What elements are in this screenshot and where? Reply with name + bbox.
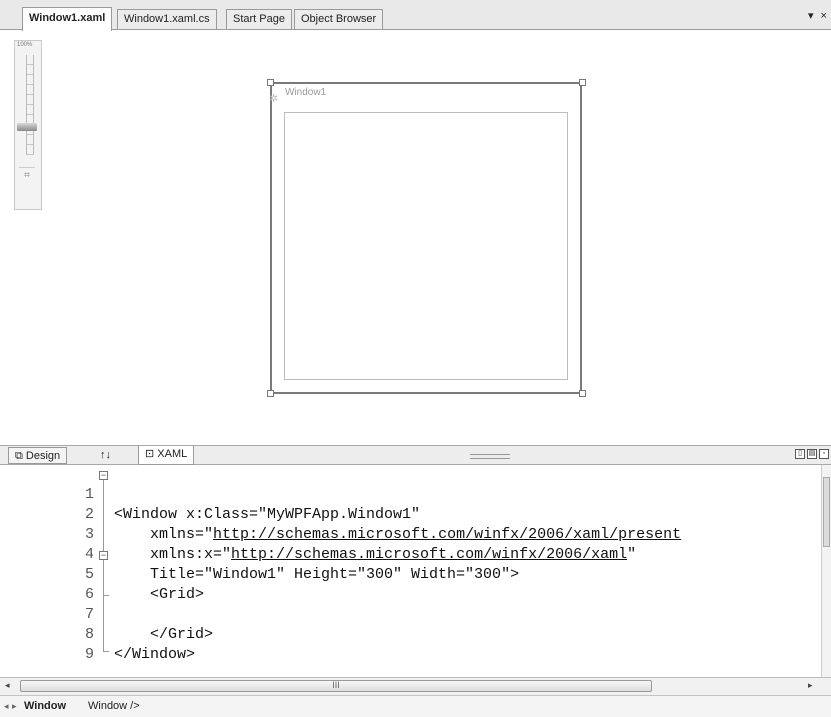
line-number: 5: [84, 566, 94, 583]
zoom-control: 100% ⌗: [14, 40, 42, 210]
line-number: 9: [84, 646, 94, 663]
code-text: </Grid>: [114, 626, 214, 643]
design-view-icon: ⧉: [15, 450, 26, 462]
tab-start-page[interactable]: Start Page: [226, 9, 292, 29]
window-preview-title: Window1: [285, 87, 327, 98]
xaml-doc-icon: ⊡: [145, 448, 158, 460]
zoom-level-label: 100%: [17, 42, 33, 48]
scroll-left-arrow-icon[interactable]: ◂: [5, 680, 10, 691]
resize-handle-bottom-left[interactable]: [267, 390, 274, 397]
design-surface[interactable]: 100% ⌗ ✲ Window1: [0, 30, 831, 445]
horizontal-split-button[interactable]: ▤: [807, 449, 817, 459]
fold-guide: [103, 479, 104, 651]
line-number: 6: [84, 586, 94, 603]
collapse-window-toggle[interactable]: −: [99, 471, 108, 480]
breadcrumb-element[interactable]: Window: [24, 696, 66, 716]
code-line: 7 </Grid>: [0, 585, 213, 643]
breadcrumb-tag[interactable]: Window />: [88, 696, 140, 716]
code-line: 9: [0, 625, 94, 663]
tab-window1-xaml-cs[interactable]: Window1.xaml.cs: [117, 9, 217, 29]
line-number: 3: [84, 526, 94, 543]
namespace-link[interactable]: http://schemas.microsoft.com/winfx/2006/…: [213, 526, 681, 543]
tab-design[interactable]: ⧉ Design: [8, 447, 68, 464]
horizontal-scroll-thumb[interactable]: III: [20, 680, 652, 692]
code-text: </Window>: [114, 646, 196, 663]
code-line: 1 <Window x:Class="MyWPFApp.Window1": [0, 465, 420, 523]
view-split-bar: ⧉ Design ↑↓ ⊡ XAML ▯ ▤ ▫: [0, 445, 831, 465]
line-number: 4: [84, 546, 94, 563]
scroll-right-arrow-icon[interactable]: ▸: [808, 680, 813, 691]
code-line: 2 xmlns="http://schemas.microsoft.com/wi…: [0, 485, 681, 543]
wpf-window-preview[interactable]: ✲ Window1: [269, 82, 582, 394]
code-text: <Grid>: [114, 586, 205, 603]
horizontal-scrollbar[interactable]: ◂ III ▸: [0, 677, 831, 695]
window-grid-area[interactable]: [284, 112, 568, 380]
fit-to-window-icon[interactable]: ⌗: [19, 167, 35, 182]
tab-menu-close-buttons[interactable]: ▾ ×: [808, 9, 829, 22]
zoom-slider-track[interactable]: [26, 55, 34, 155]
line-number: 8: [84, 626, 94, 643]
resize-handle-bottom-right[interactable]: [579, 390, 586, 397]
code-text: xmlns=": [114, 526, 214, 543]
fold-end-grid: [103, 595, 109, 596]
namespace-link[interactable]: http://schemas.microsoft.com/winfx/2006/…: [231, 546, 627, 563]
code-line: 4 Title="Window1" Height="300" Width="30…: [0, 525, 519, 583]
element-breadcrumb: ◂ ▸ Window Window />: [0, 695, 831, 717]
splitter-grip[interactable]: [470, 454, 510, 459]
code-text: ": [627, 546, 637, 563]
vertical-split-button[interactable]: ▯: [795, 449, 805, 459]
collapse-grid-toggle[interactable]: −: [99, 551, 108, 560]
line-number: 7: [84, 606, 94, 623]
code-line: 5 <Grid>: [0, 545, 204, 603]
tab-window1-xaml[interactable]: Window1.xaml: [22, 7, 113, 31]
code-line: 8 </Window>: [0, 605, 195, 663]
code-line: 3 xmlns:x="http://schemas.microsoft.com/…: [0, 505, 636, 563]
adorner-icon: ✲: [269, 93, 279, 105]
line-number: 1: [84, 486, 94, 503]
code-line: 6: [0, 565, 94, 603]
resize-handle-top-left[interactable]: [267, 79, 274, 86]
tab-object-browser[interactable]: Object Browser: [294, 9, 384, 29]
code-text: Title="Window1" Height="300" Width="300"…: [114, 566, 520, 583]
breadcrumb-forward-icon[interactable]: ▸: [12, 696, 17, 716]
line-number: 2: [84, 506, 94, 523]
zoom-slider-thumb[interactable]: [17, 123, 37, 131]
code-text: xmlns:x=": [114, 546, 232, 563]
code-text: <Window x:Class="MyWPFApp.Window1": [114, 506, 421, 523]
vertical-scroll-thumb[interactable]: [823, 477, 830, 547]
collapse-pane-button[interactable]: ▫: [819, 449, 829, 459]
vertical-scrollbar[interactable]: [821, 465, 831, 677]
breadcrumb-back-icon[interactable]: ◂: [4, 696, 9, 716]
tab-xaml[interactable]: ⊡ XAML: [138, 446, 195, 465]
fold-end-window: [103, 651, 109, 652]
document-tab-strip: Window1.xaml Window1.xaml.cs Start Page …: [0, 0, 831, 31]
swap-panes-button[interactable]: ↑↓: [94, 447, 117, 464]
resize-handle-top-right[interactable]: [579, 79, 586, 86]
xaml-code-editor[interactable]: − − 1 <Window x:Class="MyWPFApp.Window1"…: [0, 465, 831, 677]
